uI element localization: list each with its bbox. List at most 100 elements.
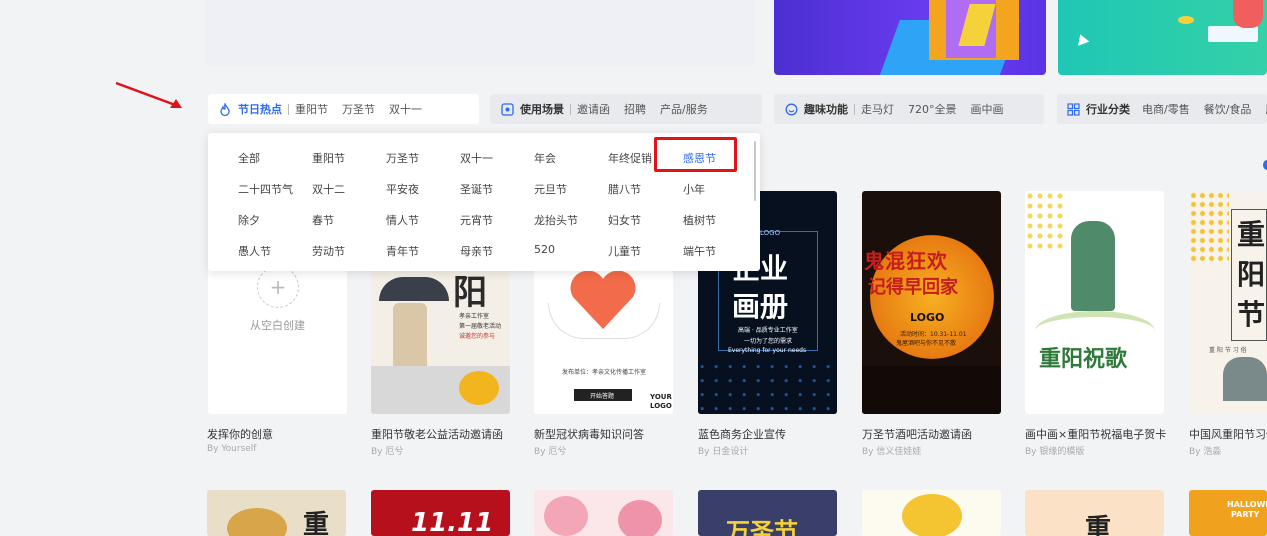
card-art-text: 节 — [1237, 298, 1266, 331]
tag-item[interactable]: 重阳节 — [312, 150, 345, 166]
flower-illustration — [544, 496, 588, 536]
tag-item[interactable]: 双十二 — [312, 181, 345, 197]
card-art-text: 11.11 — [411, 508, 494, 536]
umbrella-illustration — [379, 277, 449, 301]
template-card-row2[interactable]: HALLOWE PARTY — [1189, 490, 1267, 536]
card-title[interactable]: 新型冠状病毒知识问答 — [534, 426, 684, 442]
smile-icon — [784, 102, 798, 116]
card-title[interactable]: 重阳节敬老公益活动邀请函 — [371, 426, 521, 442]
tag-item[interactable]: 圣诞节 — [460, 181, 493, 197]
category-link[interactable]: 邀请函 — [577, 101, 610, 117]
card-title[interactable]: 万圣节酒吧活动邀请函 — [862, 426, 1012, 442]
card-art-text: 孝亲工作室 — [459, 313, 490, 320]
template-card[interactable]: 重 阳 节 重 阳 节 习 俗 — [1189, 191, 1267, 414]
start-button-label: 开始答题 — [590, 393, 615, 400]
card-author: By 信义佳娃娃 — [862, 447, 922, 457]
category-link[interactable]: 720°全景 — [908, 101, 957, 117]
castle-silhouette — [862, 366, 1001, 414]
card-art-text: 重 — [303, 510, 330, 536]
category-link[interactable]: 双十一 — [389, 101, 422, 117]
card-title[interactable]: 蓝色商务企业宣传 — [698, 426, 848, 442]
tag-item[interactable]: 劳动节 — [312, 243, 345, 259]
blank-create-label: 从空白创建 — [250, 319, 305, 332]
template-card[interactable]: 重阳祝歌 — [1025, 191, 1164, 414]
tag-item[interactable]: 龙抬头节 — [534, 212, 578, 228]
category-link[interactable]: 产品/服务 — [660, 101, 708, 117]
tag-item[interactable]: 植树节 — [683, 212, 716, 228]
card-title[interactable]: 中国风重阳节习俗 — [1189, 426, 1267, 442]
tag-item[interactable]: 元旦节 — [534, 181, 567, 197]
category-link[interactable]: 餐饮/食品 — [1204, 101, 1252, 117]
tag-item[interactable]: 青年节 — [386, 243, 419, 259]
tag-item[interactable]: 年终促销 — [608, 150, 652, 166]
card-art-text: LOGO — [760, 229, 781, 237]
category-scene[interactable]: 使用场景 邀请函 招聘 产品/服务 — [490, 94, 762, 124]
banner-card-promo-1[interactable] — [774, 0, 1046, 75]
category-title[interactable]: 使用场景 — [520, 101, 564, 117]
tag-item[interactable]: 端午节 — [683, 243, 716, 259]
card-art-text: 重阳祝歌 — [1039, 346, 1128, 372]
card-art-text: 一切为了您的需求 — [744, 338, 793, 345]
dropdown-scrollbar[interactable] — [754, 141, 756, 201]
category-link[interactable]: 重阳节 — [295, 101, 328, 117]
tag-item[interactable]: 儿童节 — [608, 243, 641, 259]
category-title[interactable]: 趣味功能 — [804, 101, 848, 117]
banner-shape — [1178, 16, 1194, 24]
tag-item[interactable]: 年会 — [534, 150, 556, 166]
category-link[interactable]: 万圣节 — [342, 101, 375, 117]
category-title[interactable]: 行业分类 — [1086, 101, 1130, 117]
tag-item[interactable]: 平安夜 — [386, 181, 419, 197]
category-fun[interactable]: 趣味功能 走马灯 720°全景 画中画 — [774, 94, 1044, 124]
tag-item[interactable]: 腊八节 — [608, 181, 641, 197]
tag-item[interactable]: 二十四节气 — [238, 181, 293, 197]
tag-item[interactable]: 情人节 — [386, 212, 419, 228]
person-illustration — [1233, 0, 1263, 28]
flower-illustration — [618, 500, 662, 536]
card-title[interactable]: 画中画×重阳节祝福电子贺卡 — [1025, 426, 1175, 442]
category-title[interactable]: 节日热点 — [238, 101, 282, 117]
chrysanthemum-illustration — [459, 371, 499, 405]
template-card-row2[interactable]: 重 — [207, 490, 346, 536]
card-art-text: 阳 — [453, 273, 487, 313]
chrysanthemum-illustration — [902, 494, 962, 536]
highlight-box-annotation — [654, 137, 737, 172]
plus-icon[interactable]: + — [257, 266, 299, 308]
category-industry[interactable]: 行业分类 电商/零售 餐饮/食品 服 — [1057, 94, 1267, 124]
red-arrow-annotation — [115, 81, 182, 108]
moon-illustration — [227, 508, 287, 536]
template-card-row2[interactable] — [862, 490, 1001, 536]
tag-item[interactable]: 母亲节 — [460, 243, 493, 259]
people-illustration — [1223, 357, 1267, 401]
tag-all[interactable]: 全部 — [238, 150, 260, 166]
tag-item[interactable]: 小年 — [683, 181, 705, 197]
scroll-indicator[interactable] — [1263, 160, 1267, 170]
card-art-text: Everything for your needs — [728, 347, 807, 354]
template-card-row2[interactable]: 重 — [1025, 490, 1164, 536]
template-card-row2[interactable]: 11.11 — [371, 490, 510, 536]
card-art-text: 重 — [1237, 218, 1266, 251]
template-card-row2[interactable] — [534, 490, 673, 536]
card-author: By 浩淼 — [1189, 447, 1222, 457]
category-link[interactable]: 招聘 — [624, 101, 646, 117]
card-art-text: PARTY — [1231, 510, 1260, 519]
card-author: By 银缘的模版 — [1025, 447, 1085, 457]
tag-item[interactable]: 万圣节 — [386, 150, 419, 166]
separator — [570, 103, 571, 115]
category-link[interactable]: 走马灯 — [861, 101, 894, 117]
card-title[interactable]: 发挥你的创意 — [207, 426, 357, 442]
template-card-row2[interactable]: 万圣节 — [698, 490, 837, 536]
tag-item[interactable]: 520 — [534, 243, 555, 256]
tag-item[interactable]: 春节 — [312, 212, 334, 228]
category-holiday[interactable]: 节日热点 重阳节 万圣节 双十一 — [208, 94, 479, 124]
tag-item[interactable]: 愚人节 — [238, 243, 271, 259]
banner-card-promo-2[interactable] — [1058, 0, 1267, 75]
tag-item[interactable]: 除夕 — [238, 212, 260, 228]
category-link[interactable]: 画中画 — [971, 101, 1004, 117]
tag-item[interactable]: 妇女节 — [608, 212, 641, 228]
category-link[interactable]: 电商/零售 — [1142, 101, 1190, 117]
card-art-text: 鬼混狂欢 — [864, 249, 948, 273]
tag-item[interactable]: 双十一 — [460, 150, 493, 166]
tag-item[interactable]: 元宵节 — [460, 212, 493, 228]
top-banner — [205, 0, 755, 66]
template-card[interactable]: 鬼混狂欢 记得早回家 LOGO 活动时间：10.31-11.01 鬼屋酒吧与你不… — [862, 191, 1001, 414]
